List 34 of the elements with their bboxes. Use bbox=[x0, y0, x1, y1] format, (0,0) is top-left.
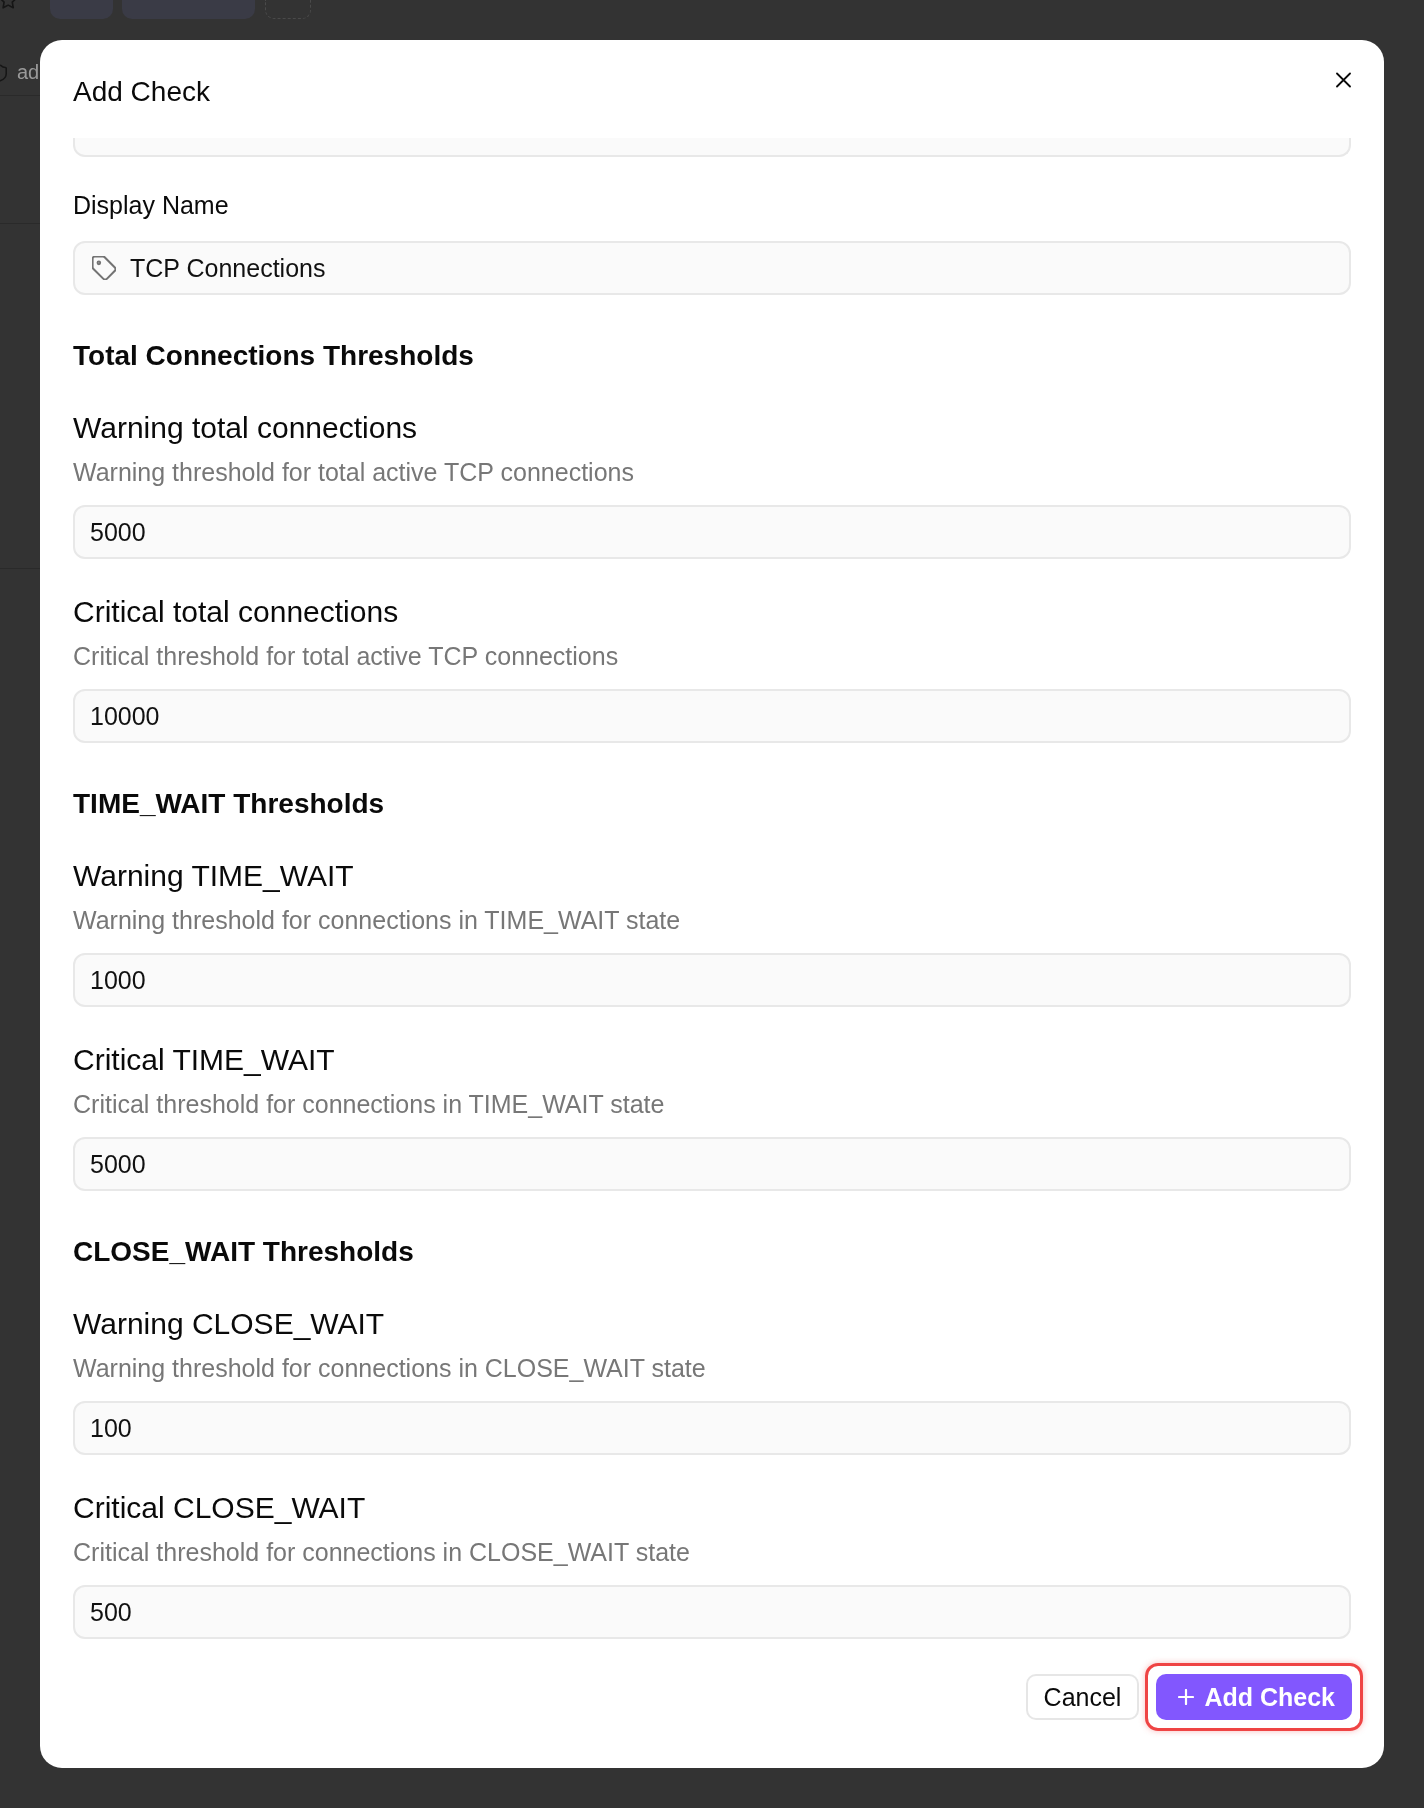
field-description: Critical threshold for total active TCP connections bbox=[73, 641, 620, 672]
field-label: Warning TIME_WAIT bbox=[73, 858, 355, 894]
field-label: Critical TIME_WAIT bbox=[73, 1042, 336, 1078]
star-icon bbox=[0, 0, 18, 9]
number-field[interactable]: 100 bbox=[73, 1401, 1351, 1455]
field-description: Warning threshold for connections in TIME_WAIT state bbox=[73, 905, 682, 936]
text-field[interactable]: TCP Connections bbox=[73, 241, 1351, 295]
close-icon bbox=[1336, 72, 1351, 88]
close-button[interactable] bbox=[1336, 72, 1351, 88]
section-heading: CLOSE_WAIT Thresholds bbox=[73, 1235, 415, 1269]
field-description: Critical threshold for connections in TIME_WAIT state bbox=[73, 1089, 666, 1120]
row-label: ad bbox=[17, 62, 40, 83]
field-description: Critical threshold for connections in CLOSE_WAIT state bbox=[73, 1537, 691, 1568]
shield-icon bbox=[0, 63, 7, 82]
add-check-button[interactable]: Add Check bbox=[1156, 1674, 1352, 1720]
tag-icon bbox=[92, 256, 116, 280]
field-label: Warning total connections bbox=[73, 410, 419, 446]
field-label: Display Name bbox=[73, 190, 230, 221]
field-description: Warning threshold for total active TCP connections bbox=[73, 457, 635, 488]
number-field[interactable]: 10000 bbox=[73, 689, 1351, 743]
add-tag-button[interactable] bbox=[265, 0, 311, 19]
dialog-title: Add Check bbox=[73, 75, 210, 109]
number-field[interactable]: 1000 bbox=[73, 953, 1351, 1007]
section-heading: Total Connections Thresholds bbox=[73, 339, 475, 373]
number-field[interactable]: 5000 bbox=[73, 1137, 1351, 1191]
field-description: Warning threshold for connections in CLOSE_WAIT state bbox=[73, 1353, 707, 1384]
field-label: Warning CLOSE_WAIT bbox=[73, 1306, 386, 1342]
number-field[interactable]: 500 bbox=[73, 1585, 1351, 1639]
plus-icon bbox=[1178, 1689, 1195, 1705]
cancel-button[interactable]: Cancel bbox=[1025, 1674, 1140, 1720]
field-label: Critical CLOSE_WAIT bbox=[73, 1490, 367, 1526]
field-label: Critical total connections bbox=[73, 594, 400, 630]
section-heading: TIME_WAIT Thresholds bbox=[73, 787, 386, 821]
number-field[interactable]: 5000 bbox=[73, 505, 1351, 559]
